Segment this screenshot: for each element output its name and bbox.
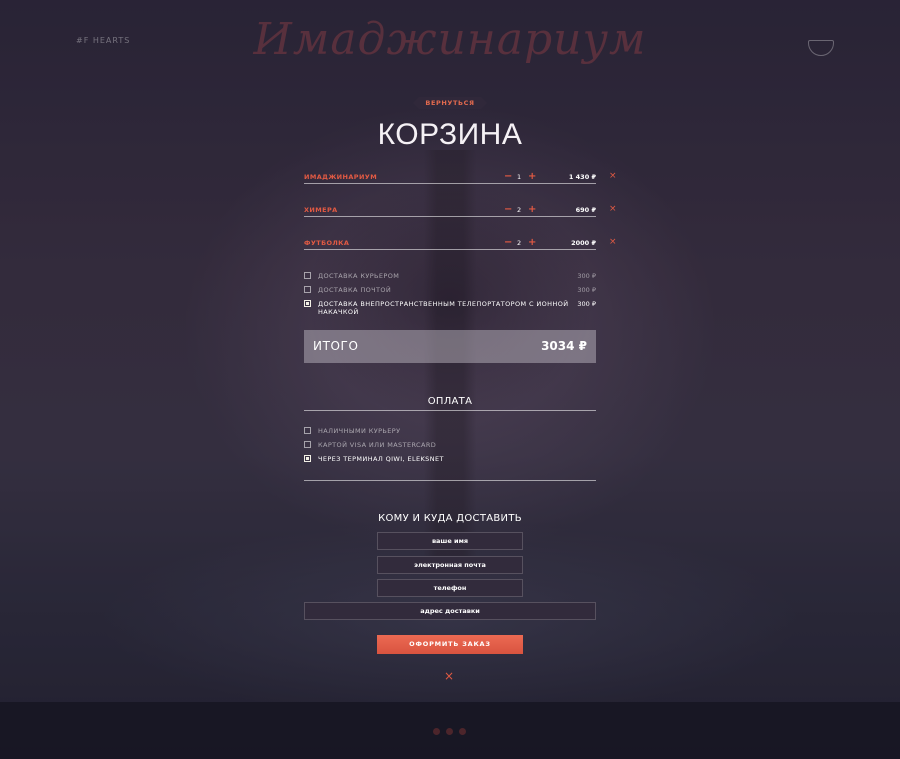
footer — [0, 702, 900, 759]
cart-item-price: 2000 ₽ — [571, 239, 596, 247]
payment-checkbox-checked[interactable] — [304, 455, 311, 462]
close-icon[interactable]: × — [444, 669, 454, 683]
submit-order-button[interactable]: ОФОРМИТЬ ЗАКАЗ — [377, 635, 523, 654]
delivery-checkbox[interactable] — [304, 272, 311, 279]
cart-item-name: ХИМЕРА — [304, 206, 338, 214]
delivery-option-label: ДОСТАВКА ПОЧТОЙ — [318, 286, 392, 294]
remove-item-icon[interactable]: × — [609, 237, 617, 247]
header-emblem — [796, 40, 846, 56]
delivery-option-price: 300 ₽ — [577, 300, 596, 308]
qty-value: 1 — [517, 173, 522, 181]
delivery-checkbox[interactable] — [304, 286, 311, 293]
payment-heading: ОПЛАТА — [427, 396, 473, 407]
payment-option-label: ЧЕРЕЗ ТЕРМИНАЛ QIWI, ELEKSNET — [318, 455, 444, 463]
cart-item: ИМАДЖИНАРИУМ − 1 + 1 430 ₽ × — [304, 171, 617, 184]
qty-increase-button[interactable]: + — [528, 237, 536, 248]
payment-option[interactable]: ЧЕРЕЗ ТЕРМИНАЛ QIWI, ELEKSNET — [304, 455, 596, 465]
qty-decrease-button[interactable]: − — [504, 171, 512, 182]
total-value: 3034 ₽ — [541, 339, 587, 353]
social-icon[interactable] — [446, 728, 453, 735]
cart-item-price: 1 430 ₽ — [568, 173, 596, 181]
payment-checkbox[interactable] — [304, 441, 311, 448]
total-label: ИТОГО — [313, 339, 359, 353]
delivery-form-heading: КОМУ И КУДА ДОСТАВИТЬ — [378, 513, 522, 524]
qty-value: 2 — [517, 239, 522, 247]
email-field[interactable]: электронная почта — [377, 556, 523, 574]
delivery-option-price: 300 ₽ — [577, 286, 596, 294]
remove-item-icon[interactable]: × — [609, 171, 617, 181]
payment-divider — [304, 410, 596, 411]
payment-checkbox[interactable] — [304, 427, 311, 434]
qty-increase-button[interactable]: + — [528, 204, 536, 215]
social-icon[interactable] — [459, 728, 466, 735]
delivery-option[interactable]: ДОСТАВКА КУРЬЕРОМ 300 ₽ — [304, 272, 596, 282]
qty-decrease-button[interactable]: − — [504, 237, 512, 248]
delivery-option[interactable]: ДОСТАВКА ПОЧТОЙ 300 ₽ — [304, 286, 596, 296]
qty-value: 2 — [517, 206, 522, 214]
payment-option-label: НАЛИЧНЫМИ КУРЬЕРУ — [318, 427, 401, 435]
cart-item-price: 690 ₽ — [575, 206, 596, 214]
qty-increase-button[interactable]: + — [528, 171, 536, 182]
cart-item: ФУТБОЛКА − 2 + 2000 ₽ × — [304, 237, 617, 250]
delivery-option-label: ДОСТАВКА КУРЬЕРОМ — [318, 272, 400, 280]
site-logo: Имаджинариум — [253, 14, 647, 65]
delivery-option-price: 300 ₽ — [577, 272, 596, 280]
cart-item-name: ИМАДЖИНАРИУМ — [304, 173, 378, 181]
phone-field[interactable]: телефон — [377, 579, 523, 597]
back-button[interactable]: ВЕРНУТЬСЯ — [413, 97, 487, 109]
payment-option-label: КАРТОЙ VISA ИЛИ MASTERCARD — [318, 441, 437, 449]
delivery-option-label: ДОСТАВКА ВНЕПРОСТРАНСТВЕННЫМ ТЕЛЕПОРТАТО… — [318, 300, 569, 316]
emblem-icon — [808, 40, 834, 56]
cart-item: ХИМЕРА − 2 + 690 ₽ × — [304, 204, 617, 217]
page-title: КОРЗИНА — [377, 118, 523, 151]
delivery-option[interactable]: ДОСТАВКА ВНЕПРОСТРАНСТВЕННЫМ ТЕЛЕПОРТАТО… — [304, 300, 596, 316]
address-field[interactable]: адрес доставки — [304, 602, 596, 620]
remove-item-icon[interactable]: × — [609, 204, 617, 214]
social-icon[interactable] — [433, 728, 440, 735]
name-field[interactable]: ваше имя — [377, 532, 523, 550]
payment-option[interactable]: НАЛИЧНЫМИ КУРЬЕРУ — [304, 427, 596, 437]
delivery-checkbox-checked[interactable] — [304, 300, 311, 307]
payment-bottom-divider — [304, 480, 596, 481]
qty-decrease-button[interactable]: − — [504, 204, 512, 215]
total-box: ИТОГО 3034 ₽ — [304, 330, 596, 363]
cart-item-name: ФУТБОЛКА — [304, 239, 350, 247]
payment-option[interactable]: КАРТОЙ VISA ИЛИ MASTERCARD — [304, 441, 596, 451]
